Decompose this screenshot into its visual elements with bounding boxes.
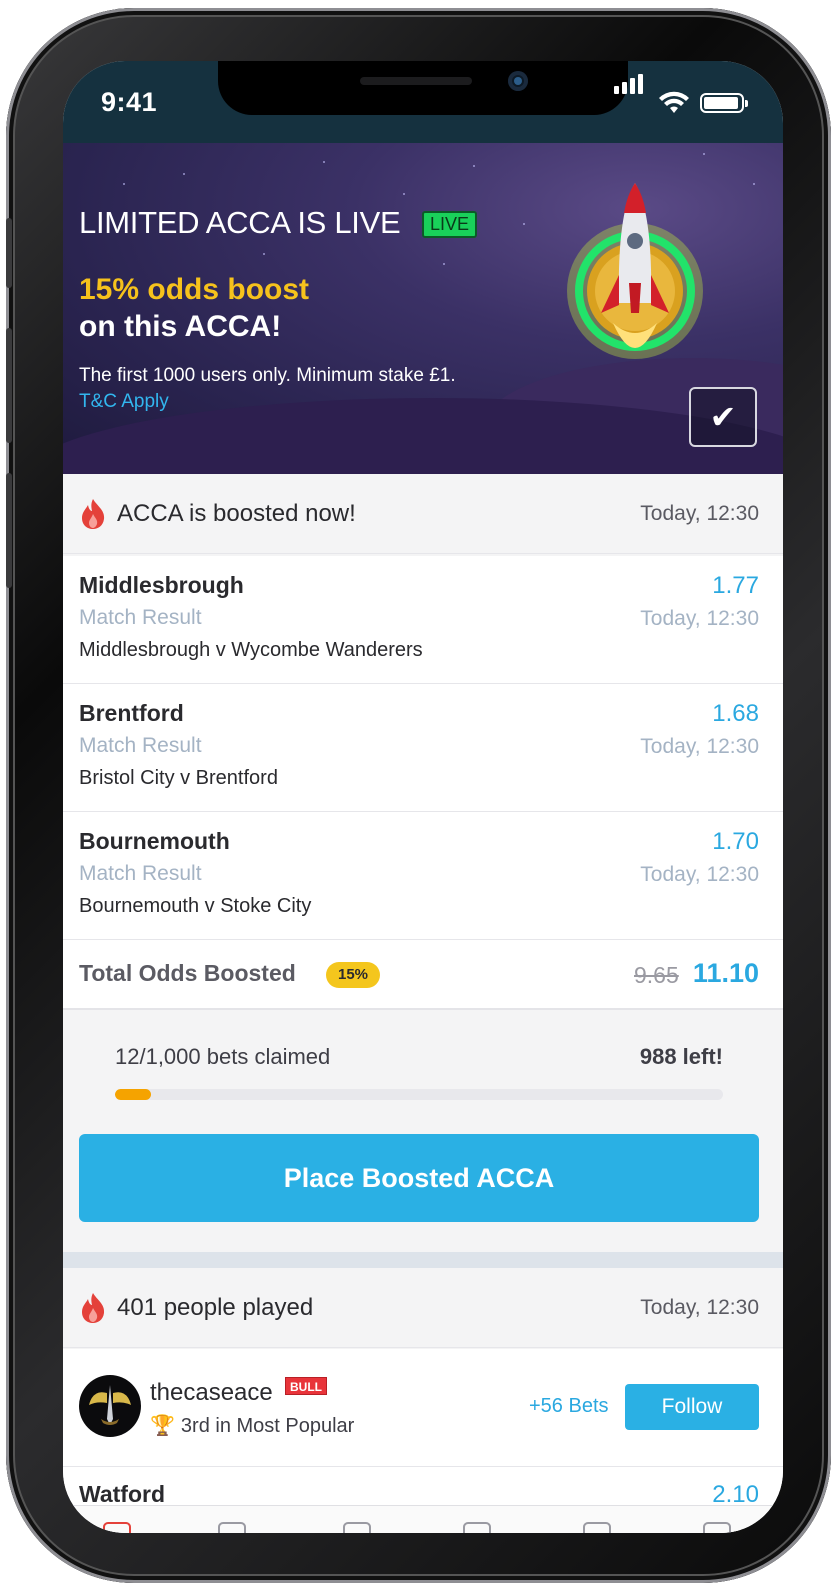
selection-row[interactable]: Middlesbrough Match Result Middlesbrough… (63, 556, 783, 684)
tab-notifications-icon[interactable] (583, 1522, 611, 1533)
selection-team: Watford (79, 1481, 166, 1507)
selection-fixture: Middlesbrough v Wycombe Wanderers (79, 639, 423, 661)
selection-team: Middlesbrough (79, 572, 244, 598)
avatar[interactable] (79, 1375, 141, 1437)
selection-time: Today, 12:30 (640, 607, 759, 630)
trophy-icon: 🏆 (150, 1415, 175, 1437)
rocket-icon (567, 183, 703, 359)
tab-home-icon[interactable] (103, 1522, 131, 1533)
boosted-odds: 11.10 (692, 958, 759, 988)
section-divider (63, 1252, 783, 1268)
section-time: Today, 12:30 (640, 502, 759, 525)
selection-team: Bournemouth (79, 828, 230, 854)
tab-menu-icon[interactable] (703, 1522, 731, 1533)
selection-fixture: Bristol City v Brentford (79, 767, 278, 789)
winged-dagger-icon (89, 1385, 131, 1425)
volume-down-button (6, 473, 12, 588)
selection-market: Match Result (79, 606, 202, 629)
acca-section-header: ACCA is boosted now! Today, 12:30 (63, 474, 783, 554)
claims-area: 12/1,000 bets claimed 988 left! Place Bo… (63, 1012, 783, 1252)
promo-banner: LIMITED ACCA IS LIVE LIVE 15% odds boost… (63, 143, 783, 474)
battery-icon (700, 93, 748, 113)
claims-progress-bar (115, 1089, 723, 1100)
section-title: 401 people played (117, 1294, 314, 1321)
flame-icon (82, 499, 105, 529)
wifi-icon (659, 91, 689, 113)
notch (218, 61, 628, 115)
flame-icon (82, 1293, 105, 1323)
front-camera (508, 71, 528, 91)
boost-subheadline: on this ACCA! (79, 310, 282, 343)
silent-switch (6, 218, 12, 288)
played-section-header: 401 people played Today, 12:30 (63, 1268, 783, 1348)
live-badge: LIVE (422, 211, 477, 238)
claims-progress-fill (115, 1089, 152, 1100)
user-row[interactable]: thecaseace BULL 🏆 3rd in Most Popular +56… (63, 1349, 783, 1467)
selection-odds: 1.68 (712, 700, 759, 727)
opt-in-checkbox[interactable]: ✔ (689, 387, 757, 447)
volume-up-button (6, 328, 12, 443)
speaker (360, 77, 472, 85)
bull-badge: BULL (285, 1377, 327, 1395)
selection-market: Match Result (79, 734, 202, 757)
status-bar: 9:41 (63, 61, 783, 143)
username[interactable]: thecaseace (150, 1379, 273, 1407)
selection-row[interactable]: Brentford Match Result Bristol City v Br… (63, 684, 783, 812)
rank-text: 3rd in Most Popular (180, 1415, 355, 1437)
app-screen: 9:41 LIMITED ACCA IS LIVE LIVE 15% odds … (63, 61, 783, 1533)
selection-time: Today, 12:30 (640, 863, 759, 886)
tab-sports-icon[interactable] (343, 1522, 371, 1533)
selection-fixture: Bournemouth v Stoke City (79, 895, 312, 917)
bottom-tab-bar (63, 1505, 783, 1533)
total-odds-label: Total Odds Boosted (79, 960, 296, 986)
tc-link[interactable]: T&C Apply (79, 391, 169, 413)
selection-odds: 1.70 (712, 828, 759, 855)
section-title: ACCA is boosted now! (117, 500, 356, 527)
boost-percent-badge: 15% (326, 962, 380, 988)
total-odds-row: Total Odds Boosted 15% 9.65 11.10 (63, 940, 783, 1010)
selection-odds: 1.77 (712, 572, 759, 599)
section-time: Today, 12:30 (640, 1296, 759, 1319)
original-odds: 9.65 (634, 962, 679, 988)
selection-row[interactable]: Bournemouth Match Result Bournemouth v S… (63, 812, 783, 940)
banner-title: LIMITED ACCA IS LIVE (79, 205, 401, 240)
follow-button[interactable]: Follow (625, 1384, 759, 1430)
user-rank: 🏆 3rd in Most Popular (150, 1413, 354, 1438)
phone-frame: 9:41 LIMITED ACCA IS LIVE LIVE 15% odds … (6, 8, 831, 1583)
banner-description: The first 1000 users only. Minimum stake… (79, 365, 456, 386)
bets-left-text: 988 left! (639, 1044, 723, 1069)
place-boosted-acca-button[interactable]: Place Boosted ACCA (79, 1134, 759, 1222)
selection-market: Match Result (79, 862, 202, 885)
tab-live-icon[interactable] (463, 1522, 491, 1533)
boost-headline: 15% odds boost (79, 273, 310, 306)
tab-bets-icon[interactable] (218, 1522, 246, 1533)
bets-link[interactable]: +56 Bets (529, 1395, 609, 1418)
status-time: 9:41 (101, 87, 158, 117)
selection-team: Brentford (79, 700, 184, 726)
bets-claimed-text: 12/1,000 bets claimed (115, 1044, 331, 1069)
selection-time: Today, 12:30 (640, 735, 759, 758)
